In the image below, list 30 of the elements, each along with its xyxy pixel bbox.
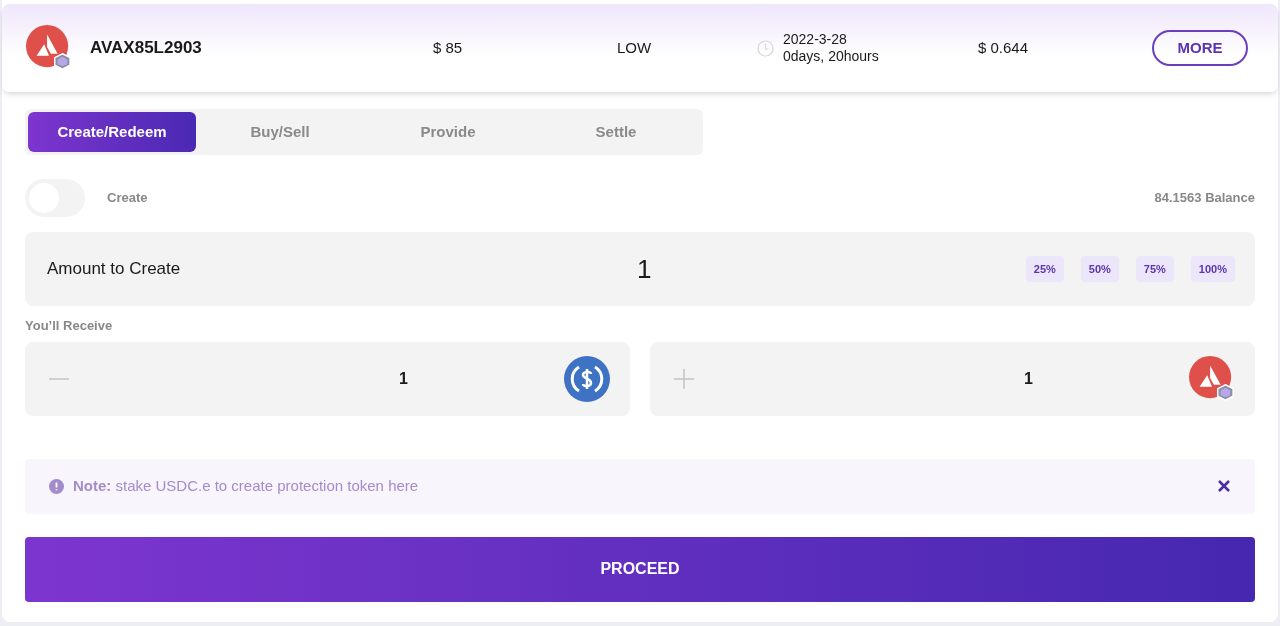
info-icon [49,478,64,494]
receive-amount: 1 [1024,368,1033,389]
dollar-coin-icon [564,355,610,402]
token-price: $ 0.644 [978,37,1030,58]
more-button[interactable]: MORE [1152,30,1248,66]
percent-button[interactable]: 25% [1025,256,1064,282]
percent-button[interactable]: 100% [1190,256,1235,282]
tab[interactable]: Create/Redeem [28,112,196,152]
clock-icon [757,39,774,57]
expiry-date: 2022-3-28 [783,30,848,48]
balance-text: 84.1563 Balance [1154,189,1255,208]
note-text: Note: stake USDC.e to create protection token here [73,475,419,496]
percent-button[interactable]: 50% [1080,256,1119,282]
plus-icon[interactable] [674,368,694,389]
amount-value: 1 [637,252,652,286]
percent-button[interactable]: 75% [1135,256,1174,282]
amount-field[interactable]: Amount to Create 1 25% 50% 75% 100% [25,232,1255,306]
toggle-label: Create [107,189,148,208]
close-icon[interactable] [1217,479,1231,493]
minus-icon[interactable] [49,377,69,380]
token-logo-icon [1189,355,1235,402]
time-remaining: 0days, 20hours [783,48,880,66]
risk-level: LOW [617,37,653,58]
token-symbol: AVAX85L2903 [90,37,203,60]
strike-price: $ 85 [433,37,464,58]
proceed-button[interactable]: PROCEED [25,536,1255,602]
token-logo-icon [26,25,72,71]
receive-label: You’ll Receive [25,317,114,335]
receive-amount: 1 [399,368,408,389]
amount-label: Amount to Create [47,258,182,281]
